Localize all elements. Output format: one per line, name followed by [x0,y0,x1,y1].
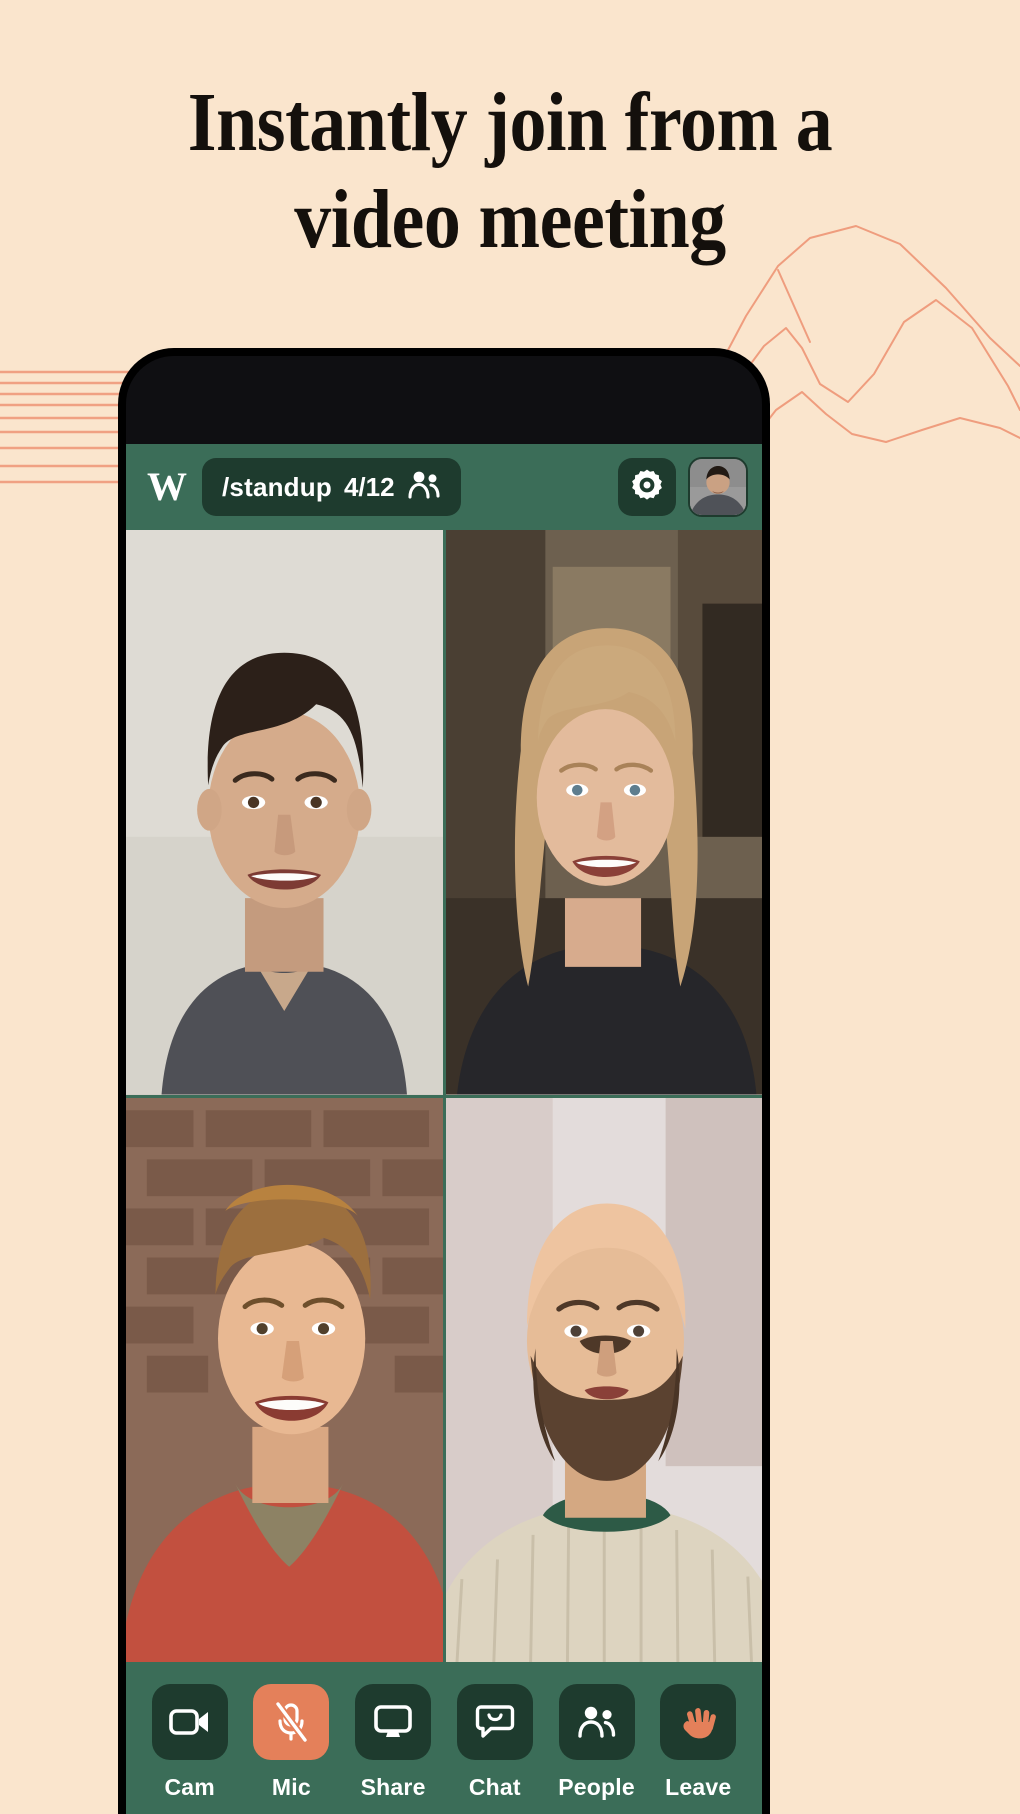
user-avatar-icon [690,459,746,515]
participant-tile-3[interactable] [126,1097,443,1662]
people-icon [407,470,441,505]
share-label: Share [360,1774,426,1800]
user-avatar-button[interactable] [688,457,748,517]
leave-label: Leave [665,1774,732,1800]
app-screen: W /standup 4/12 Cam Mic Share Chat Peopl… [126,444,762,1814]
chat-label: Chat [468,1774,521,1800]
chat-icon-box[interactable] [456,1684,533,1760]
cam-label: Cam [164,1774,215,1800]
mic-label: Mic [271,1774,311,1800]
leave-icon-box[interactable] [660,1684,737,1760]
logo-text: W [147,464,187,509]
participant-tile-4[interactable] [445,1097,762,1662]
video-grid [126,530,762,1662]
participant-count-label: 4/12 [343,471,395,502]
people-icon-box[interactable] [558,1684,635,1760]
page-title: Instantly join from a video meeting [61,74,959,269]
toolbar-button-mic[interactable]: Mic [245,1684,337,1801]
share-icon-box[interactable] [355,1684,432,1760]
settings-button[interactable] [618,458,676,516]
headline-line-2: video meeting [294,173,726,267]
toolbar-button-share[interactable]: Share [347,1684,439,1801]
room-name-label: /standup [222,471,332,502]
toolbar-button-people[interactable]: People [551,1684,643,1801]
toolbar-button-cam[interactable]: Cam [144,1684,236,1801]
monitor-screen-icon [374,1705,412,1737]
headline-line-1: Instantly join from a [187,76,833,169]
participant-tile-1[interactable] [126,530,443,1095]
video-camera-icon [168,1709,208,1735]
gear-icon [629,467,665,508]
people-label: People [558,1774,635,1800]
mic-icon-box[interactable] [253,1684,330,1760]
app-header: W /standup 4/12 [126,444,762,530]
participant-tile-2[interactable] [445,530,762,1095]
microphone-muted-icon [274,1702,309,1742]
phone-mockup: W /standup 4/12 Cam Mic Share Chat Peopl… [118,348,770,1814]
room-pill[interactable]: /standup 4/12 [202,458,461,516]
wordmark-w-logo-icon: W [144,464,190,510]
meeting-toolbar: Cam Mic Share Chat People Leave [126,1662,762,1814]
cam-icon-box[interactable] [151,1684,228,1760]
people-icon [577,1706,615,1738]
chat-bubble-icon [475,1705,515,1738]
toolbar-button-chat[interactable]: Chat [449,1684,541,1801]
toolbar-button-leave[interactable]: Leave [652,1684,744,1801]
waving-hand-icon [683,1708,717,1739]
